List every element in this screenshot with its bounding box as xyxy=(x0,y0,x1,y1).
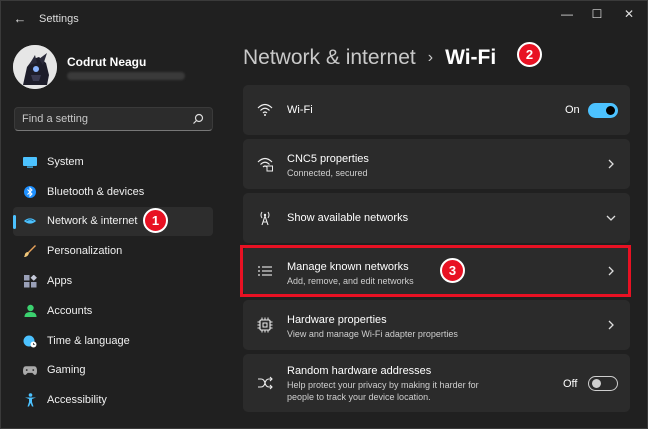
highlight-annotation-box xyxy=(240,245,631,297)
random-addresses-subtitle-line1: Help protect your privacy by making it h… xyxy=(287,380,479,390)
apps-icon xyxy=(23,274,37,288)
close-button[interactable]: ✕ xyxy=(619,7,639,21)
breadcrumb-separator: › xyxy=(427,49,434,66)
wifi-title: Wi-Fi xyxy=(287,104,313,116)
avatar[interactable] xyxy=(13,45,57,89)
accessibility-icon xyxy=(23,393,37,407)
sidebar-item-apps[interactable]: Apps xyxy=(13,266,213,296)
sidebar-item-label: Time & language xyxy=(47,334,130,347)
antenna-icon xyxy=(260,211,270,226)
sidebar-item-personalization[interactable]: Personalization xyxy=(13,236,213,266)
back-arrow-icon[interactable]: ← xyxy=(11,9,29,27)
annotation-badge-1: 1 xyxy=(143,208,168,233)
annotation-badge-2: 2 xyxy=(517,42,542,67)
wifi-toggle-card[interactable]: Wi-Fi On xyxy=(243,85,630,135)
settings-window: ← Settings — ☐ ✕ Codrut Neagu Syst xyxy=(0,0,648,429)
random-addresses-subtitle-line2: people to track your device location. xyxy=(287,392,431,402)
wifi-secured-icon xyxy=(257,157,273,172)
search-input[interactable] xyxy=(15,108,185,130)
sidebar-item-gaming[interactable]: Gaming xyxy=(13,356,213,386)
avatar-image-icon xyxy=(13,45,57,89)
chevron-down-icon xyxy=(606,215,616,221)
sidebar-item-label: System xyxy=(47,155,84,168)
profile-name: Codrut Neagu xyxy=(67,55,147,69)
time-language-icon xyxy=(23,334,37,348)
random-addresses-toggle-label: Off xyxy=(563,378,578,390)
sidebar-item-label: Gaming xyxy=(47,364,86,377)
random-hardware-addresses-card[interactable]: Random hardware addresses Help protect y… xyxy=(243,354,630,412)
accounts-icon xyxy=(23,304,37,318)
profile-email-redacted xyxy=(67,72,185,80)
search-icon[interactable] xyxy=(192,113,204,125)
sidebar-item-label: Bluetooth & devices xyxy=(47,185,145,198)
breadcrumb: Network & internet › Wi-Fi xyxy=(243,43,496,73)
sidebar-item-network-internet[interactable]: Network & internet xyxy=(13,206,213,237)
title-bar: ← Settings — ☐ ✕ xyxy=(1,1,647,37)
sidebar-nav: System Bluetooth & devices Network & int… xyxy=(13,147,213,415)
gaming-icon xyxy=(23,363,37,377)
sidebar-item-label: Network & internet xyxy=(47,215,138,228)
app-title: Settings xyxy=(39,13,79,25)
sidebar-item-time-language[interactable]: Time & language xyxy=(13,326,213,356)
hardware-properties-card[interactable]: Hardware properties View and manage Wi-F… xyxy=(243,300,630,350)
available-networks-card[interactable]: Show available networks xyxy=(243,193,630,243)
maximize-button[interactable]: ☐ xyxy=(587,7,607,21)
sidebar-item-label: Apps xyxy=(47,275,73,288)
random-addresses-toggle-switch[interactable] xyxy=(588,376,618,391)
wifi-toggle-switch[interactable] xyxy=(588,103,618,118)
wifi-toggle-label: On xyxy=(565,104,580,116)
available-networks-title: Show available networks xyxy=(287,212,409,224)
sidebar-item-accessibility[interactable]: Accessibility xyxy=(13,385,213,415)
sidebar-item-label: Accounts xyxy=(47,304,93,317)
network-properties-title: CNC5 properties xyxy=(287,153,369,165)
annotation-badge-3: 3 xyxy=(440,258,465,283)
search-box xyxy=(14,107,213,131)
network-properties-subtitle: Connected, secured xyxy=(287,168,368,178)
sidebar-item-bluetooth-devices[interactable]: Bluetooth & devices xyxy=(13,177,213,207)
chevron-right-icon xyxy=(608,320,614,330)
network-properties-card[interactable]: CNC5 properties Connected, secured xyxy=(243,139,630,189)
network-icon xyxy=(23,214,37,228)
brush-icon xyxy=(23,244,37,258)
hardware-properties-title: Hardware properties xyxy=(287,314,387,326)
sidebar-item-label: Accessibility xyxy=(47,394,107,407)
chevron-right-icon xyxy=(608,159,614,169)
chip-icon xyxy=(257,317,273,333)
sidebar-item-system[interactable]: System xyxy=(13,147,213,177)
system-icon xyxy=(23,155,37,169)
random-addresses-title: Random hardware addresses xyxy=(287,365,432,377)
sidebar-item-accounts[interactable]: Accounts xyxy=(13,296,213,326)
shuffle-icon xyxy=(258,376,273,390)
sidebar-item-label: Personalization xyxy=(47,245,123,258)
wifi-icon xyxy=(257,103,273,116)
hardware-properties-subtitle: View and manage Wi-Fi adapter properties xyxy=(287,329,458,339)
page-title: Wi-Fi xyxy=(445,46,497,69)
bluetooth-icon xyxy=(23,185,37,199)
minimize-button[interactable]: — xyxy=(557,7,577,21)
breadcrumb-parent[interactable]: Network & internet xyxy=(243,46,416,70)
